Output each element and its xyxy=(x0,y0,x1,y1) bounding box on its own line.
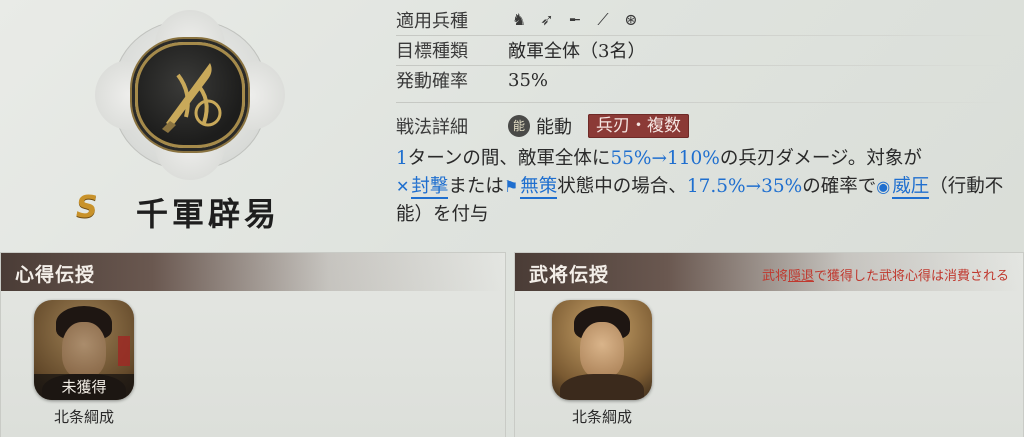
desc-text: ターンの間、敵軍全体に xyxy=(407,148,611,169)
damage-rate: 55%→110% xyxy=(610,148,720,169)
flag-icon: ⚑ xyxy=(503,177,519,196)
general-transfer-portrait[interactable] xyxy=(552,300,652,400)
not-acquired-label: 未獲得 xyxy=(34,374,134,400)
desc-text: の兵刃ダメージ。対象が xyxy=(719,148,922,169)
retire-link[interactable]: 隠退 xyxy=(788,269,814,284)
detail-kind: 能動 xyxy=(536,117,572,138)
skill-rank: S xyxy=(76,190,98,225)
unit-types-label: 適用兵種 xyxy=(396,11,468,32)
bow-icon: ➶ xyxy=(540,10,554,29)
skill-emblem xyxy=(95,10,285,180)
skill-name: 千軍辟易 xyxy=(136,195,281,233)
gun-icon: ╾ xyxy=(570,10,580,29)
right-character-name: 北条綱成 xyxy=(571,408,632,426)
seal-strike-icon: ✕ xyxy=(396,177,410,196)
cavalry-icon: ♞ xyxy=(511,10,527,29)
turn-count: 1 xyxy=(396,148,408,169)
rate-label: 発動確率 xyxy=(396,71,468,92)
panel-title-left: 心得伝授 xyxy=(15,264,96,286)
detail-row: 戦法詳細 能 能動 兵刃・複数 xyxy=(396,112,689,140)
left-character-name: 北条綱成 xyxy=(53,408,114,426)
keyword-musaku[interactable]: 無策 xyxy=(520,176,558,199)
spear-icon: ⟋ xyxy=(597,10,609,29)
rate-row: 発動確率 35% xyxy=(396,66,548,94)
active-badge-icon: 能 xyxy=(508,115,530,137)
chance-rate: 17.5%→35% xyxy=(686,176,803,197)
target-label: 目標種類 xyxy=(396,41,468,62)
desc-text: の確率で xyxy=(802,176,877,197)
desc-text: または xyxy=(448,176,504,197)
retire-note: 武将隠退で獲得した武将心得は消費される xyxy=(762,265,1009,284)
target-value: 敵軍全体（3名） xyxy=(508,41,646,62)
intimidate-icon: ◉ xyxy=(876,177,891,196)
damage-type-tag: 兵刃・複数 xyxy=(588,114,689,138)
keyword-iatsu[interactable]: 威圧 xyxy=(892,176,930,199)
note-text: 武将 xyxy=(761,269,788,284)
detail-label: 戦法詳細 xyxy=(396,117,468,138)
desc-text: 状態中の場合、 xyxy=(557,176,687,197)
keyword-fuugeki[interactable]: 封撃 xyxy=(411,176,449,199)
heart-transfer-portrait[interactable]: 未獲得 xyxy=(34,300,134,400)
sword-emblem-icon xyxy=(135,42,245,148)
panel-title-right: 武将伝授 xyxy=(529,264,610,286)
rate-value: 35% xyxy=(508,69,549,91)
note-text: で獲得した武将心得は消費される xyxy=(813,269,1009,284)
unit-types-row: 適用兵種 ♞ ➶ ╾ ⟋ ⊛ xyxy=(396,6,642,34)
skill-description: 1ターンの間、敵軍全体に55%→110%の兵刃ダメージ。対象が ✕ 封撃または⚑ 無… xyxy=(396,145,1011,229)
wheel-icon: ⊛ xyxy=(624,10,638,29)
target-row: 目標種類 敵軍全体（3名） xyxy=(396,36,645,64)
